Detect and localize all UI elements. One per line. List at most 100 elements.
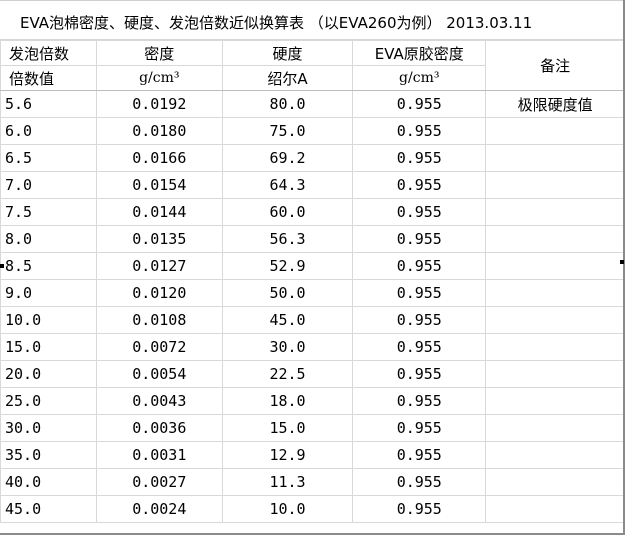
foam-multiple-cell: 6.5 bbox=[0, 144, 97, 172]
table-row: 7.5 0.0144 60.0 0.955 bbox=[0, 198, 625, 226]
table-row: 9.0 0.0120 50.0 0.955 bbox=[0, 279, 625, 307]
table-row: 35.0 0.0031 12.9 0.955 bbox=[0, 441, 625, 469]
hardness-cell: 30.0 bbox=[221, 333, 354, 361]
table-row: 25.0 0.0043 18.0 0.955 bbox=[0, 387, 625, 415]
note-cell bbox=[485, 414, 625, 442]
hardness-cell: 12.9 bbox=[221, 441, 354, 469]
density-cell: 0.0027 bbox=[95, 468, 223, 496]
header-density-unit: g/cm³ bbox=[95, 65, 223, 91]
foam-multiple-cell: 8.5 bbox=[0, 252, 97, 280]
density-cell: 0.0192 bbox=[95, 90, 223, 118]
foam-multiple-cell: 40.0 bbox=[0, 468, 97, 496]
header-raw-density: EVA原胶密度 bbox=[352, 40, 487, 66]
conversion-table: 发泡倍数 密度 硬度 EVA原胶密度 备注 倍数值 g/cm³ 绍尔A g/cm… bbox=[0, 40, 625, 523]
header-foam-multiple: 发泡倍数 bbox=[0, 40, 97, 66]
raw-density-cell: 0.955 bbox=[352, 387, 487, 415]
raw-density-cell: 0.955 bbox=[352, 333, 487, 361]
note-cell bbox=[485, 279, 625, 307]
density-cell: 0.0108 bbox=[95, 306, 223, 334]
raw-density-cell: 0.955 bbox=[352, 360, 487, 388]
note-cell bbox=[485, 360, 625, 388]
density-cell: 0.0024 bbox=[95, 495, 223, 523]
note-cell bbox=[485, 198, 625, 226]
density-cell: 0.0120 bbox=[95, 279, 223, 307]
header-foam-multiple-unit: 倍数值 bbox=[0, 65, 97, 91]
note-cell bbox=[485, 333, 625, 361]
density-cell: 0.0043 bbox=[95, 387, 223, 415]
hardness-cell: 64.3 bbox=[221, 171, 354, 199]
table-row: 10.0 0.0108 45.0 0.955 bbox=[0, 306, 625, 334]
table-row: 45.0 0.0024 10.0 0.955 bbox=[0, 495, 625, 523]
hardness-cell: 69.2 bbox=[221, 144, 354, 172]
density-cell: 0.0166 bbox=[95, 144, 223, 172]
hardness-cell: 18.0 bbox=[221, 387, 354, 415]
foam-multiple-cell: 15.0 bbox=[0, 333, 97, 361]
note-cell bbox=[485, 252, 625, 280]
foam-multiple-cell: 5.6 bbox=[0, 90, 97, 118]
header-notes: 备注 bbox=[485, 40, 625, 91]
note-cell bbox=[485, 117, 625, 145]
raw-density-cell: 0.955 bbox=[352, 225, 487, 253]
note-cell bbox=[485, 495, 625, 523]
density-cell: 0.0154 bbox=[95, 171, 223, 199]
foam-multiple-cell: 30.0 bbox=[0, 414, 97, 442]
foam-multiple-cell: 6.0 bbox=[0, 117, 97, 145]
table-row: 40.0 0.0027 11.3 0.955 bbox=[0, 468, 625, 496]
foam-multiple-cell: 25.0 bbox=[0, 387, 97, 415]
table-row: 8.0 0.0135 56.3 0.955 bbox=[0, 225, 625, 253]
hardness-cell: 52.9 bbox=[221, 252, 354, 280]
header-raw-density-unit: g/cm³ bbox=[352, 65, 487, 91]
foam-multiple-cell: 7.0 bbox=[0, 171, 97, 199]
note-cell bbox=[485, 144, 625, 172]
density-cell: 0.0144 bbox=[95, 198, 223, 226]
table-row: 6.5 0.0166 69.2 0.955 bbox=[0, 144, 625, 172]
table-row: 20.0 0.0054 22.5 0.955 bbox=[0, 360, 625, 388]
note-cell: 极限硬度值 bbox=[485, 90, 625, 118]
hardness-cell: 56.3 bbox=[221, 225, 354, 253]
raw-density-cell: 0.955 bbox=[352, 117, 487, 145]
density-cell: 0.0180 bbox=[95, 117, 223, 145]
note-cell bbox=[485, 171, 625, 199]
note-cell bbox=[485, 387, 625, 415]
foam-multiple-cell: 45.0 bbox=[0, 495, 97, 523]
header-hardness-unit: 绍尔A bbox=[221, 65, 354, 91]
note-cell bbox=[485, 225, 625, 253]
raw-density-cell: 0.955 bbox=[352, 90, 487, 118]
density-cell: 0.0127 bbox=[95, 252, 223, 280]
hardness-cell: 15.0 bbox=[221, 414, 354, 442]
table-title: EVA泡棉密度、硬度、发泡倍数近似换算表 （以EVA260为例） 2013.03… bbox=[20, 14, 533, 32]
foam-multiple-cell: 8.0 bbox=[0, 225, 97, 253]
density-cell: 0.0135 bbox=[95, 225, 223, 253]
table-row: 15.0 0.0072 30.0 0.955 bbox=[0, 333, 625, 361]
table-row: 8.5 0.0127 52.9 0.955 bbox=[0, 252, 625, 280]
foam-multiple-cell: 35.0 bbox=[0, 441, 97, 469]
table-row: 7.0 0.0154 64.3 0.955 bbox=[0, 171, 625, 199]
density-cell: 0.0031 bbox=[95, 441, 223, 469]
raw-density-cell: 0.955 bbox=[352, 306, 487, 334]
raw-density-cell: 0.955 bbox=[352, 279, 487, 307]
header-hardness: 硬度 bbox=[221, 40, 354, 66]
title-row: EVA泡棉密度、硬度、发泡倍数近似换算表 （以EVA260为例） 2013.03… bbox=[0, 0, 625, 40]
resize-handle-left[interactable] bbox=[0, 264, 4, 268]
spreadsheet-sheet: EVA泡棉密度、硬度、发泡倍数近似换算表 （以EVA260为例） 2013.03… bbox=[0, 0, 625, 535]
density-cell: 0.0036 bbox=[95, 414, 223, 442]
raw-density-cell: 0.955 bbox=[352, 252, 487, 280]
header-density: 密度 bbox=[95, 40, 223, 66]
foam-multiple-cell: 7.5 bbox=[0, 198, 97, 226]
raw-density-cell: 0.955 bbox=[352, 198, 487, 226]
raw-density-cell: 0.955 bbox=[352, 414, 487, 442]
raw-density-cell: 0.955 bbox=[352, 441, 487, 469]
resize-handle-right[interactable] bbox=[620, 260, 624, 264]
hardness-cell: 75.0 bbox=[221, 117, 354, 145]
note-cell bbox=[485, 441, 625, 469]
raw-density-cell: 0.955 bbox=[352, 495, 487, 523]
hardness-cell: 45.0 bbox=[221, 306, 354, 334]
hardness-cell: 80.0 bbox=[221, 90, 354, 118]
density-cell: 0.0072 bbox=[95, 333, 223, 361]
hardness-cell: 22.5 bbox=[221, 360, 354, 388]
note-cell bbox=[485, 306, 625, 334]
hardness-cell: 50.0 bbox=[221, 279, 354, 307]
foam-multiple-cell: 10.0 bbox=[0, 306, 97, 334]
raw-density-cell: 0.955 bbox=[352, 144, 487, 172]
hardness-cell: 60.0 bbox=[221, 198, 354, 226]
